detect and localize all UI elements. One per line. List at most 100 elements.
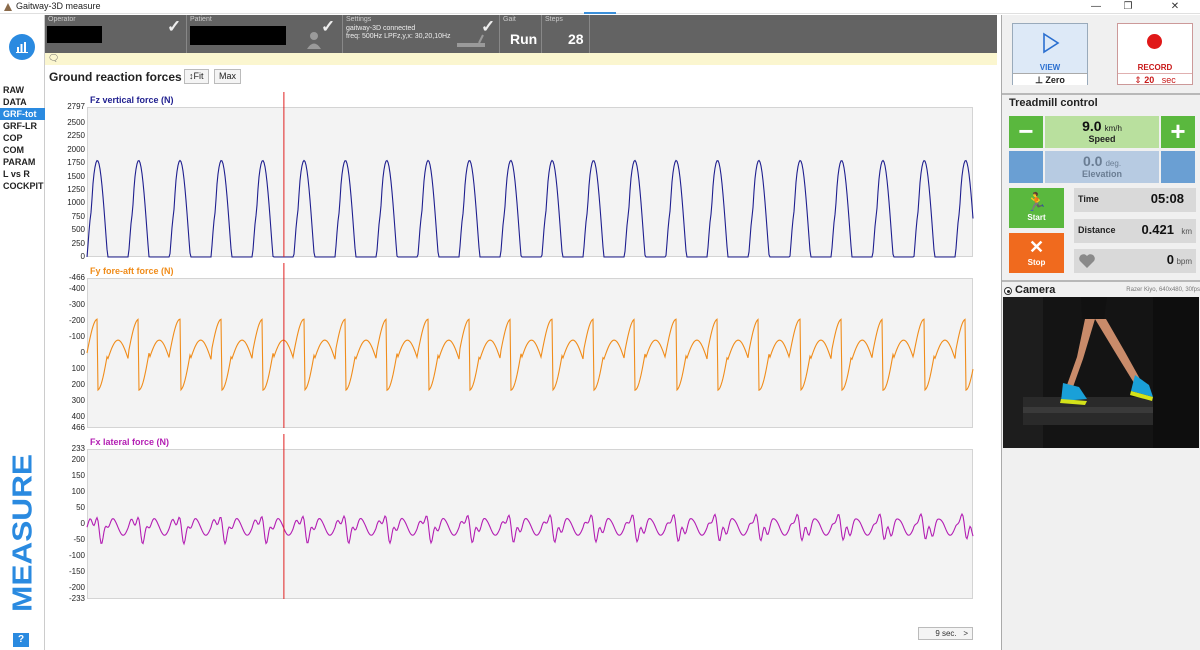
camera-frame <box>1003 297 1199 448</box>
camera-header: Camera Razer Kiyo, 640x480, 30fps <box>1004 284 1200 297</box>
force-trace-line <box>86 159 974 258</box>
fx-chart: Fx lateral force (N) 233 200 150 100 50 0 -50 -… <box>45 434 977 604</box>
elevation-unit: deg. <box>1105 159 1122 168</box>
menu-item-param[interactable]: PARAM <box>0 156 45 168</box>
restore-button[interactable]: ❐ <box>1113 0 1143 14</box>
menu-item-raw[interactable]: RAW <box>0 84 45 96</box>
gait-value: Run <box>510 31 538 47</box>
operator-name-redacted <box>47 26 102 43</box>
menu-item-com[interactable]: COM <box>0 144 45 156</box>
y-tick-label: 2797 <box>67 102 85 111</box>
y-tick-label: -100 <box>68 551 85 561</box>
fy-chart: Fy fore-aft force (N) -466 -400 -300 -200 -1… <box>45 263 977 433</box>
stop-button[interactable]: ✕ Stop <box>1009 233 1064 273</box>
start-label: Start <box>1027 213 1046 222</box>
operator-box[interactable]: Operator ✓ <box>45 15 187 53</box>
y-tick-label: 2250 <box>67 131 85 141</box>
stop-x-icon: ✕ <box>1028 237 1045 257</box>
fx-chart-title: Fx lateral force (N) <box>90 437 170 447</box>
max-button[interactable]: Max <box>214 69 242 84</box>
camera-label: Camera <box>1015 284 1056 296</box>
settings-box[interactable]: Settings gaitway-3D connected freq: 500H… <box>343 15 500 53</box>
play-icon <box>1043 32 1060 54</box>
y-tick-label: 200 <box>71 454 85 464</box>
fz-plot-svg <box>86 92 974 258</box>
gait-label: Gait <box>503 16 516 23</box>
y-tick-label: -200 <box>68 315 85 325</box>
patient-check-icon: ✓ <box>321 17 336 36</box>
note-icon: 🗨 <box>48 53 60 63</box>
steps-box: Steps 28 <box>542 15 590 53</box>
patient-name-redacted <box>190 26 286 45</box>
elevation-display: 0.0 deg. Elevation <box>1045 151 1159 183</box>
notes-bar[interactable]: 🗨 <box>45 53 997 65</box>
heart-rate-stat: 0 bpm <box>1074 249 1196 273</box>
y-tick-label: 0 <box>80 348 85 357</box>
record-dot-icon <box>1147 34 1162 49</box>
start-button[interactable]: 🏃 Start <box>1009 188 1064 228</box>
distance-value: 0.421 <box>1141 222 1174 237</box>
help-button[interactable]: ? <box>13 633 29 647</box>
time-value: 05:08 <box>1150 191 1184 206</box>
y-tick-label: 1750 <box>67 158 85 168</box>
fz-chart-title: Fz vertical force (N) <box>90 95 174 105</box>
menu-item-grf-tot[interactable]: GRF-tot <box>0 108 45 120</box>
distance-unit: km <box>1181 227 1192 236</box>
speed-increase-button[interactable]: + <box>1161 116 1195 148</box>
y-tick-label: 750 <box>71 211 85 221</box>
y-tick-label: -50 <box>73 535 85 545</box>
y-tick-label: 1000 <box>67 198 85 208</box>
record-duration-unit: sec <box>1161 75 1176 85</box>
menu-item-grf-lr[interactable]: GRF-LR <box>0 120 45 132</box>
minimize-button[interactable]: — <box>1081 0 1111 14</box>
settings-label: Settings <box>346 16 372 23</box>
view-button[interactable]: VIEW ⊥ Zero <box>1012 23 1088 85</box>
page-title: Ground reaction forces <box>49 70 182 84</box>
view-menu: RAW DATA GRF-tot GRF-LR COP COM PARAM L … <box>0 84 45 192</box>
window-title: Gaitway-3D measure <box>16 1 101 11</box>
treadmill-heading: Treadmill control <box>1009 97 1098 109</box>
y-tick-label: -150 <box>68 567 85 577</box>
camera-radio[interactable] <box>1004 287 1012 295</box>
y-tick-label: -400 <box>68 283 85 293</box>
menu-item-cockpit[interactable]: COCKPIT <box>0 180 45 192</box>
menu-item-l-vs-r[interactable]: L vs R <box>0 168 45 180</box>
y-tick-label: -233 <box>68 594 85 603</box>
elevation-label: Elevation <box>1081 169 1122 179</box>
camera-feed[interactable] <box>1003 297 1199 448</box>
menu-item-cop[interactable]: COP <box>0 132 45 144</box>
time-window-arrow-icon: > <box>963 629 968 638</box>
settings-check-icon: ✓ <box>481 17 496 36</box>
y-tick-label: 400 <box>71 412 85 422</box>
fit-button[interactable]: ↕Fit <box>184 69 209 84</box>
y-tick-label: 500 <box>71 225 85 235</box>
measure-text: MEASURE <box>7 454 38 612</box>
time-window-button[interactable]: 9 sec. > <box>918 627 973 640</box>
elevation-decrease-button[interactable] <box>1009 151 1043 183</box>
elevation-increase-button[interactable] <box>1161 151 1195 183</box>
chart-app-logo-button[interactable] <box>9 34 35 60</box>
zero-button[interactable]: ⊥ Zero <box>1013 73 1087 85</box>
close-button[interactable]: ✕ <box>1160 0 1190 14</box>
menu-item-data[interactable]: DATA <box>0 96 45 108</box>
stop-label: Stop <box>1027 258 1046 267</box>
y-tick-label: -466 <box>68 273 85 282</box>
y-tick-label: 100 <box>71 364 85 374</box>
elevation-value: 0.0 <box>1082 153 1103 169</box>
distance-label: Distance <box>1078 225 1116 235</box>
y-tick-label: 100 <box>71 486 85 496</box>
filter-settings: freq: 500Hz LPFz,y,x: 30,20,10Hz <box>346 33 451 40</box>
record-duration-stepper[interactable]: ⇕ 20 sec <box>1118 73 1192 85</box>
divider <box>1002 280 1200 282</box>
y-tick-label: 233 <box>71 444 85 453</box>
heart-rate-value: 0 <box>1166 252 1174 267</box>
record-duration-value: 20 <box>1144 75 1155 85</box>
view-label: VIEW <box>1039 63 1061 72</box>
record-button[interactable]: RECORD ⇕ 20 sec <box>1117 23 1193 85</box>
heart-rate-unit: bpm <box>1176 257 1192 266</box>
patient-box[interactable]: Patient ✓ <box>187 15 343 53</box>
y-tick-label: -100 <box>68 331 85 341</box>
camera-info: Razer Kiyo, 640x480, 30fps <box>1126 287 1200 293</box>
speed-decrease-button[interactable]: − <box>1009 116 1043 148</box>
runner-icon: 🏃 <box>1025 192 1048 212</box>
